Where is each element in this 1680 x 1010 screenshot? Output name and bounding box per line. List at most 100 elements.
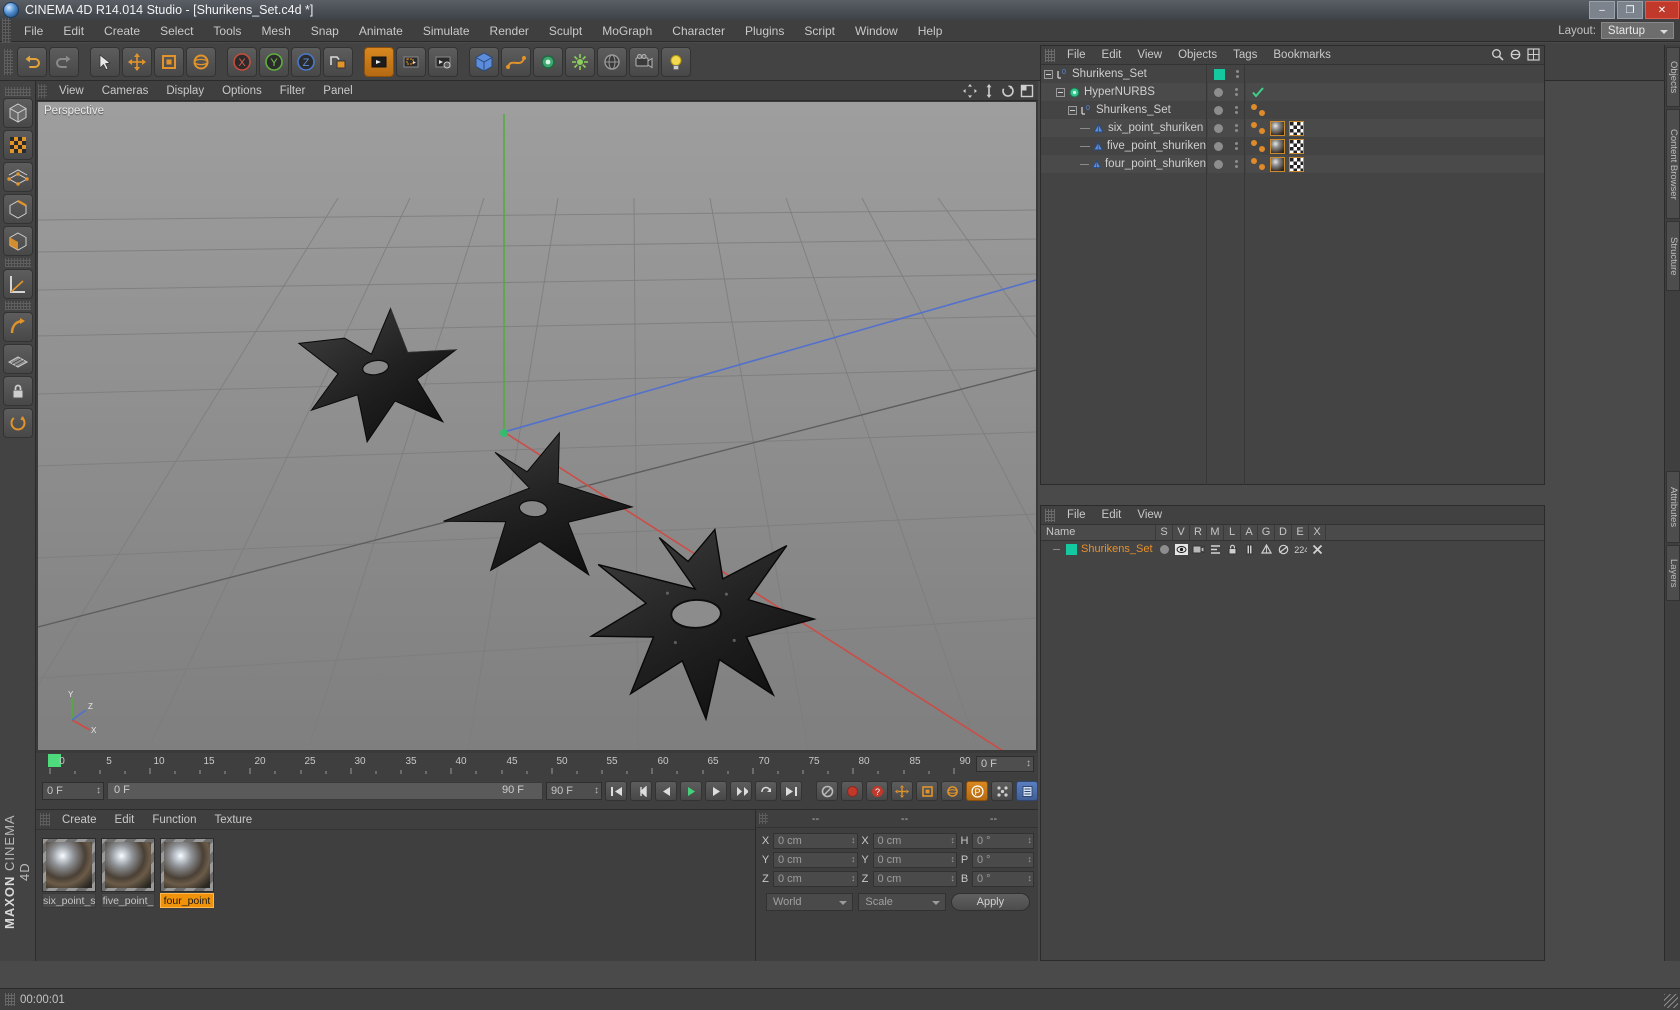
rotation-key-button[interactable] [941,781,963,801]
check-icon[interactable] [1251,86,1265,98]
visibility-dot-icon[interactable] [1214,87,1223,97]
go-to-end-button[interactable] [780,781,802,801]
visibility-dots-icon[interactable] [1235,142,1238,150]
layer-cell-m[interactable] [1207,544,1224,555]
render-settings-button[interactable] [428,46,458,77]
scale-button[interactable] [154,46,184,77]
parameter-key-button[interactable]: P [966,781,988,801]
object-row-six-point-shuriken[interactable]: six_point_shuriken [1041,119,1206,137]
timeline-start-field[interactable]: 0 F [42,782,104,800]
world-coordinate-button[interactable] [323,46,353,77]
tag-dot-icon[interactable] [1259,164,1265,170]
axis-mode-button[interactable] [3,269,33,299]
menu-mograph[interactable]: MoGraph [592,20,662,42]
menu-tools[interactable]: Tools [203,20,251,42]
live-selection-button[interactable] [90,46,120,77]
tag-dot-icon[interactable] [1251,104,1257,110]
coordinate-system-select[interactable]: World [766,893,854,911]
close-button[interactable]: ✕ [1645,1,1679,19]
object-row-hypernurbs[interactable]: HyperNURBS [1041,83,1206,101]
object-row-shurikens-set-root[interactable]: 0 Shurikens_Set [1041,65,1206,83]
material-name[interactable]: five_point_ [101,893,155,908]
scale-key-button[interactable] [916,781,938,801]
visibility-dot-icon[interactable] [1214,159,1223,169]
layer-cell-s[interactable] [1156,544,1173,554]
solo-dot-icon[interactable] [1160,544,1169,554]
move-button[interactable] [122,46,152,77]
material-thumbnail[interactable] [160,838,214,892]
dock-tab-content-browser[interactable]: Content Browser [1666,109,1680,219]
uv-tag-icon[interactable] [1289,156,1304,172]
tag-row-hypernurbs[interactable] [1246,83,1544,101]
step-forward-button[interactable] [705,781,727,801]
material-tag-icon[interactable] [1270,120,1285,136]
layout-select[interactable]: Startup [1600,22,1674,39]
left-palette-grip-3[interactable] [5,301,31,310]
left-palette-grip[interactable] [5,87,31,96]
filter-icon[interactable] [1509,48,1522,61]
left-palette-grip-2[interactable] [5,258,31,267]
timeline-ruler[interactable]: 0 5 10 15 20 25 30 35 40 45 50 55 60 65 70 75 80 85 … [46,753,1038,775]
visibility-row[interactable] [1208,119,1244,137]
menu-help[interactable]: Help [908,20,953,42]
redo-button[interactable] [49,46,79,77]
viewport-menu-filter[interactable]: Filter [271,81,315,101]
add-environment-button[interactable] [597,46,627,77]
menu-file[interactable]: File [14,20,53,42]
menu-window[interactable]: Window [845,20,908,42]
xref-icon[interactable] [1312,544,1323,555]
object-menu-tags[interactable]: Tags [1225,46,1265,65]
layer-row[interactable]: Shurikens_Set \u2248 [1041,541,1544,557]
menu-snap[interactable]: Snap [301,20,349,42]
render-view-button[interactable] [364,46,394,77]
menubar-grip[interactable] [2,17,11,44]
material-item[interactable]: five_point_ [101,838,155,908]
dock-tab-layers[interactable]: Layers [1666,545,1680,601]
menu-render[interactable]: Render [480,20,539,42]
viewport-menu-panel[interactable]: Panel [314,81,361,101]
object-row-five-point-shuriken[interactable]: five_point_shuriken [1041,137,1206,155]
visibility-row[interactable] [1208,137,1244,155]
dock-tab-attributes[interactable]: Attributes [1666,471,1680,543]
render-icon[interactable] [1192,544,1205,555]
object-row-shurikens-set-child[interactable]: 0 Shurikens_Set [1041,101,1206,119]
tag-dot-icon[interactable] [1251,140,1257,146]
layer-cell-l[interactable] [1224,544,1241,555]
material-item[interactable]: four_point [160,838,214,908]
minimize-button[interactable]: – [1589,1,1615,19]
visibility-dots-icon[interactable] [1235,70,1239,78]
enable-axis-button[interactable] [3,312,33,342]
lock-z-button[interactable]: Z [291,46,321,77]
zoom-icon[interactable] [982,84,996,98]
rotation-h-field[interactable]: 0 ° [972,832,1034,849]
maximize-button[interactable]: ❐ [1617,1,1643,19]
edges-mode-button[interactable] [3,194,33,224]
size-z-field[interactable]: 0 cm [872,870,957,887]
go-to-start-button[interactable] [605,781,627,801]
layer-cell-a[interactable] [1241,544,1258,555]
object-menu-file[interactable]: File [1059,46,1094,65]
add-light-button[interactable] [661,46,691,77]
visibility-row[interactable] [1208,101,1244,119]
points-mode-button[interactable] [3,162,33,192]
resize-corner-icon[interactable] [1664,994,1678,1008]
object-row-four-point-shuriken[interactable]: four_point_shuriken [1041,155,1206,173]
pan-icon[interactable] [963,84,977,98]
menu-select[interactable]: Select [150,20,203,42]
autokeying-button[interactable] [841,781,863,801]
model-mode-button[interactable] [3,98,33,128]
expression-icon[interactable]: \u2248 [1294,544,1307,555]
lock-y-button[interactable]: Y [259,46,289,77]
viewport-menu-display[interactable]: Display [157,81,213,101]
rotate-button[interactable] [186,46,216,77]
object-menu-objects[interactable]: Objects [1170,46,1225,65]
uv-tag-icon[interactable] [1289,120,1304,136]
lock-workplane-button[interactable] [3,376,33,406]
layer-cell-e[interactable]: \u2248 [1292,544,1309,555]
material-name-selected[interactable]: four_point [160,893,214,908]
visibility-dots-icon[interactable] [1235,106,1238,114]
tag-row-six-point[interactable] [1246,119,1544,137]
material-item[interactable]: six_point_s [42,838,96,908]
expander-icon[interactable] [1056,87,1065,97]
object-color-swatch[interactable] [1213,68,1225,80]
